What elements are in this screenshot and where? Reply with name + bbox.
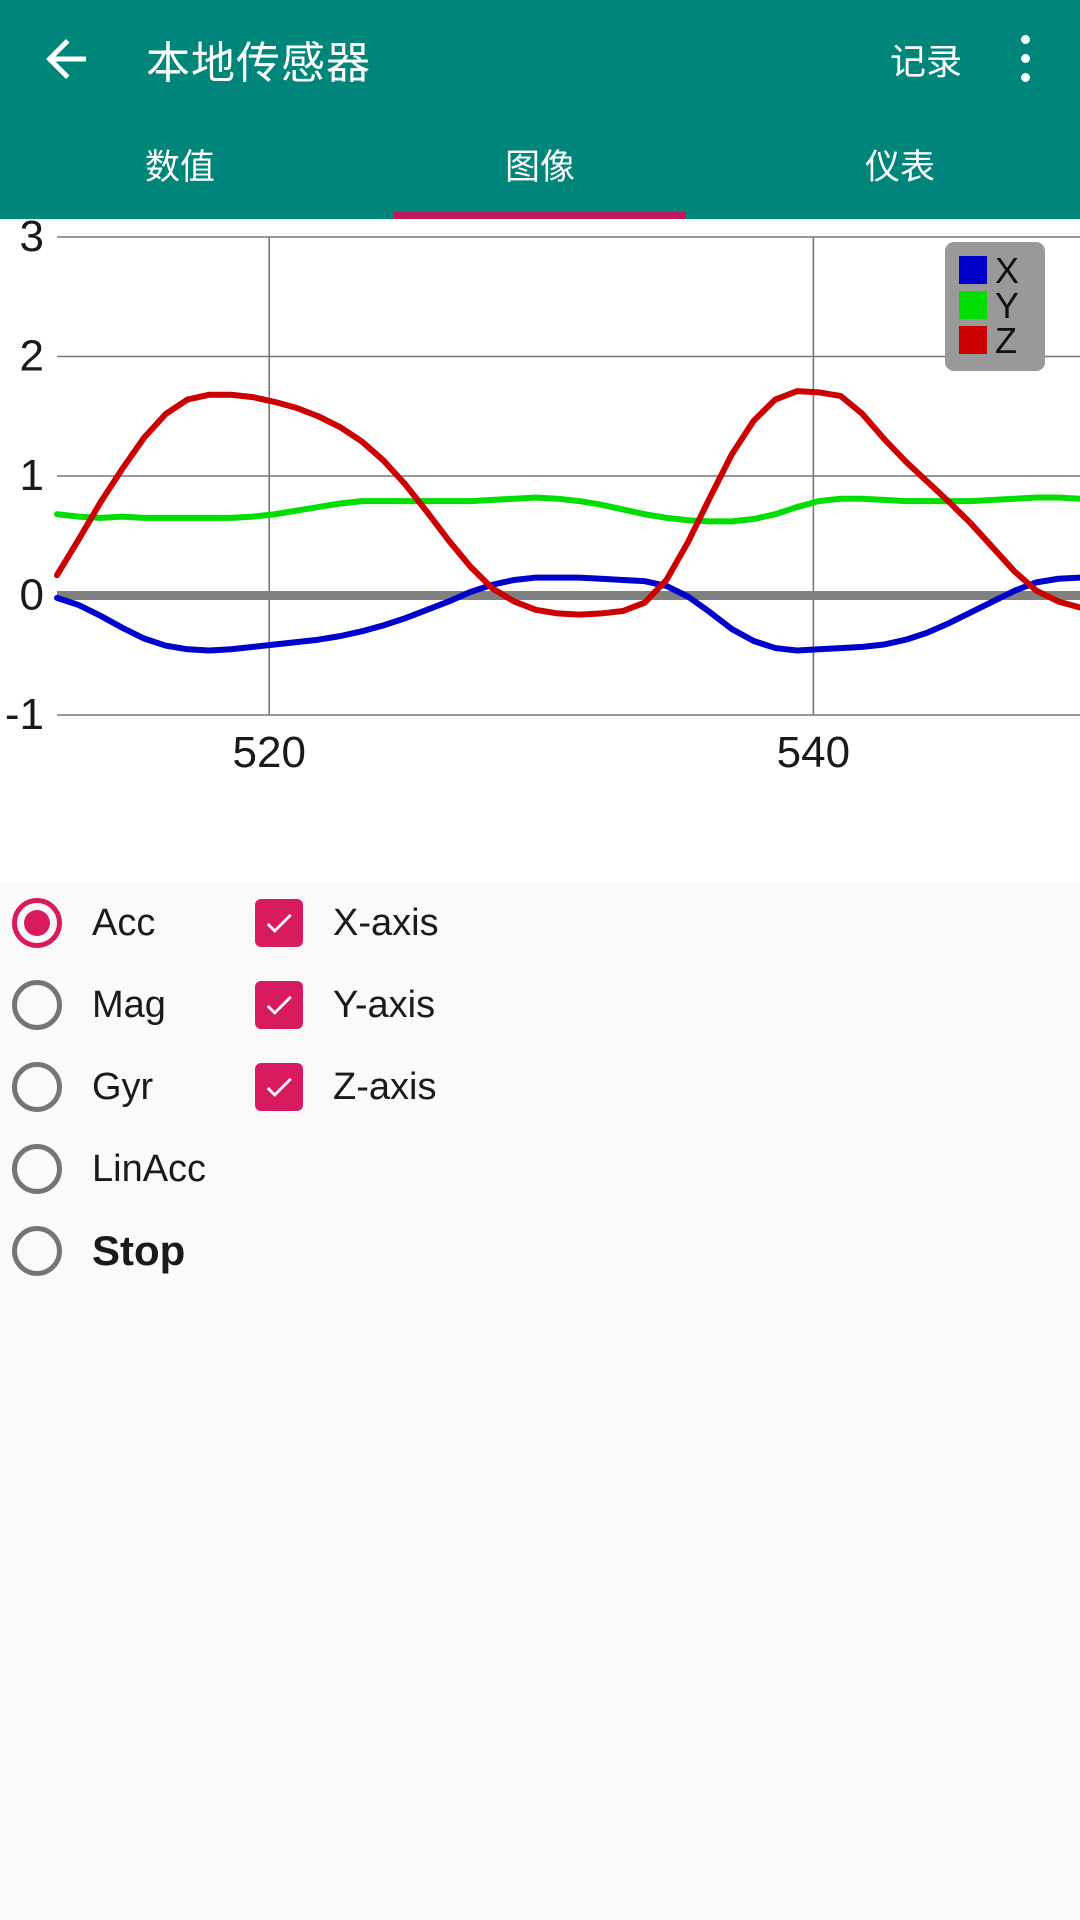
checkbox-option-z-axis[interactable]: Z-axis [255, 1046, 655, 1128]
radio-label: LinAcc [92, 1147, 207, 1190]
radio-indicator[interactable] [12, 1144, 62, 1194]
svg-text:3: 3 [20, 219, 44, 261]
radio-indicator[interactable] [12, 1226, 62, 1276]
chart-legend: XYZ [945, 242, 1045, 371]
radio-indicator[interactable] [12, 898, 62, 948]
checkbox-label: Y-axis [333, 983, 436, 1026]
chart-y-tick-labels: -1 0 1 2 3 [5, 219, 44, 739]
sensor-radio-group: Acc Mag Gyr LinAcc Stop [0, 882, 255, 1292]
svg-text:1: 1 [20, 451, 44, 500]
svg-text:Z: Z [995, 320, 1017, 361]
radio-indicator[interactable] [12, 1062, 62, 1112]
tab-bar: 数值 图像 仪表 [0, 117, 1080, 219]
radio-option-mag[interactable]: Mag [0, 964, 255, 1046]
page-title: 本地传感器 [146, 38, 371, 88]
radio-option-acc[interactable]: Acc [0, 882, 255, 964]
radio-indicator[interactable] [12, 980, 62, 1030]
record-button[interactable]: 记录 [890, 33, 962, 85]
tab-label: 数值 [144, 147, 215, 187]
tab-label: 仪表 [864, 147, 935, 187]
overflow-menu-button[interactable] [998, 24, 1052, 94]
more-vertical-icon-dot [1020, 35, 1030, 44]
more-vertical-icon-dot [1020, 54, 1030, 63]
app-bar: 本地传感器 记录 [0, 0, 1080, 117]
chart-canvas: -1 0 1 2 3 520 540 XYZ [5, 219, 1080, 777]
chart-series-group [54, 388, 1080, 654]
radio-label: Acc [92, 901, 156, 944]
checkbox-option-y-axis[interactable]: Y-axis [255, 964, 655, 1046]
tab-label: 图像 [504, 147, 575, 187]
controls-panel: Acc Mag Gyr LinAcc Stop X-axis Y-axis Z-… [0, 882, 1080, 1920]
sensor-chart[interactable]: -1 0 1 2 3 520 540 XYZ [0, 219, 1080, 882]
radio-option-linacc[interactable]: LinAcc [0, 1128, 255, 1210]
svg-text:0: 0 [20, 571, 44, 620]
radio-label: Mag [92, 983, 166, 1026]
tab-indicator [394, 212, 686, 219]
checkbox-label: X-axis [333, 901, 439, 944]
checkbox-indicator[interactable] [255, 1063, 303, 1111]
radio-label: Gyr [92, 1065, 154, 1108]
axis-checkbox-group: X-axis Y-axis Z-axis [255, 882, 655, 1128]
svg-text:540: 540 [777, 728, 850, 777]
arrow-left-icon [36, 29, 96, 89]
back-button[interactable] [34, 27, 98, 91]
svg-text:2: 2 [20, 332, 44, 381]
chart-x-tick-labels: 520 540 [233, 728, 851, 777]
checkbox-option-x-axis[interactable]: X-axis [255, 882, 655, 964]
radio-label: Stop [92, 1227, 186, 1274]
more-vertical-icon-dot [1020, 73, 1030, 82]
radio-option-stop[interactable]: Stop [0, 1210, 255, 1292]
svg-text:-1: -1 [5, 690, 44, 739]
chart-gridlines [57, 236, 1080, 716]
checkbox-indicator[interactable] [255, 899, 303, 947]
checkbox-label: Z-axis [333, 1065, 437, 1108]
checkbox-indicator[interactable] [255, 981, 303, 1029]
tab-graph[interactable]: 图像 [360, 117, 720, 219]
svg-text:520: 520 [233, 728, 306, 777]
radio-option-gyr[interactable]: Gyr [0, 1046, 255, 1128]
tab-gauge[interactable]: 仪表 [720, 117, 1080, 219]
tab-values[interactable]: 数值 [0, 117, 360, 219]
